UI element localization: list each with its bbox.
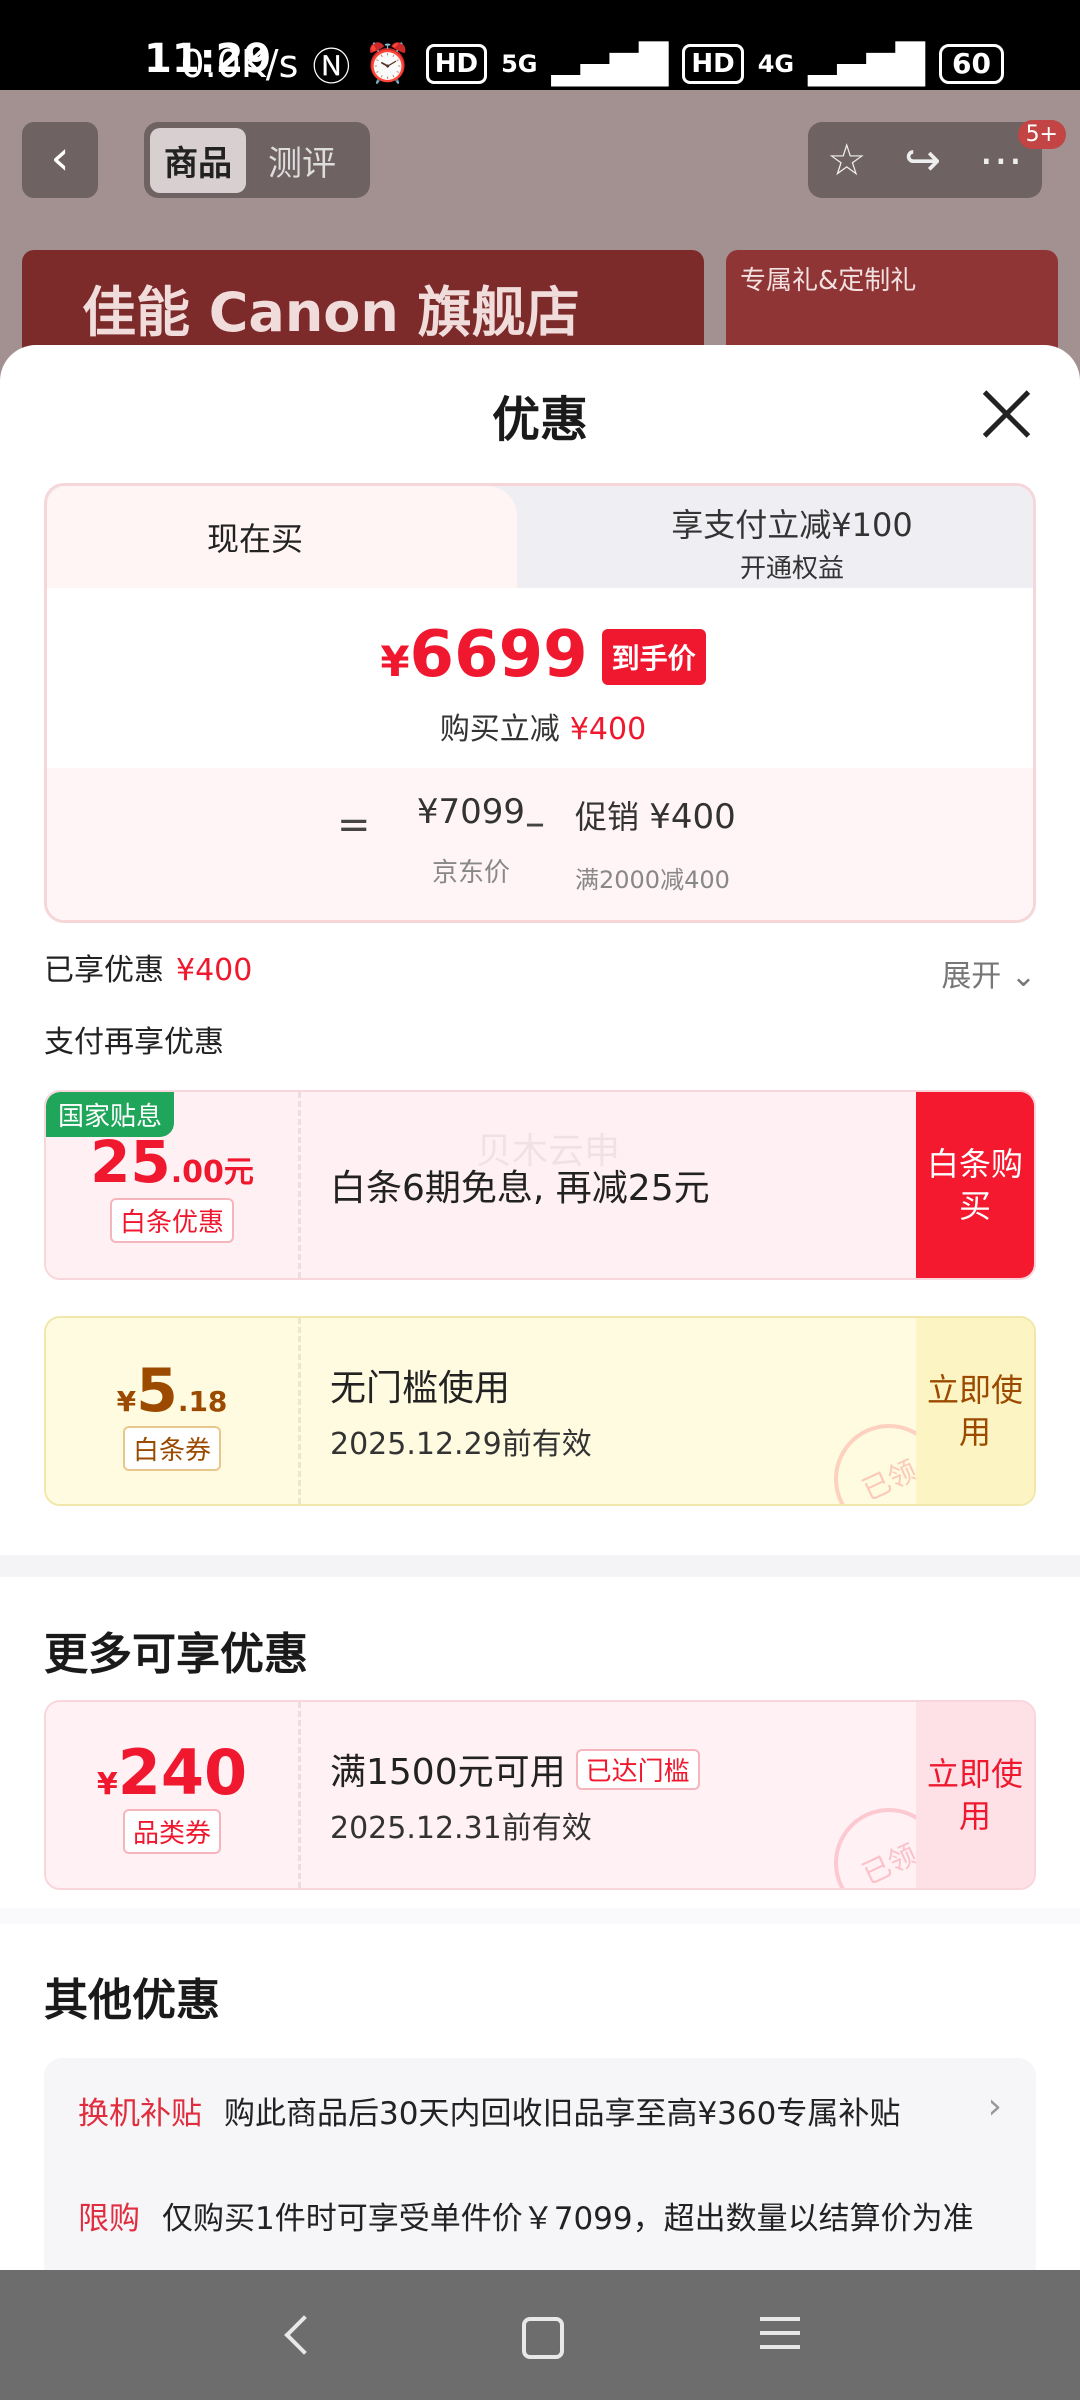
expand-label: 展开 [941, 959, 1002, 994]
section-separator [0, 1908, 1080, 1924]
status-icons: 0.0K/s Ⓝ ⏰ HD 5G ▂▄▆█ HD 4G ▂▄▆█ 60 [180, 36, 1004, 91]
nav-back-icon[interactable] [270, 2305, 330, 2365]
equals-sign: = [337, 802, 371, 848]
jd-price-label: 京东价 [431, 858, 510, 888]
expand-button[interactable]: 展开 ⌄ [941, 951, 1036, 995]
limit-text: 仅购买1件时可享受单件价￥7099，超出数量以结算价为准 [162, 2201, 974, 2237]
signal-bars-icon: ▂▄▆█ [551, 41, 669, 86]
save-row: 购买立减 ¥400 [47, 704, 1033, 748]
enjoyed-label: 已享优惠 [44, 953, 164, 988]
category-currency: ¥ [96, 1767, 118, 1802]
minus-sign: – [525, 800, 545, 846]
price-tabs: 现在买 享支付立减¥100 开通权益 [47, 486, 1033, 588]
top-actions: ☆ ↪ ⋯ [808, 122, 1042, 198]
back-icon[interactable]: ‹ [22, 122, 98, 198]
close-icon[interactable] [976, 385, 1036, 445]
category-use-button[interactable]: 立即使用 [916, 1702, 1034, 1888]
ticket-info: 无门槛使用 2025.12.29前有效 [330, 1318, 592, 1504]
tab-review[interactable]: 测评 [254, 128, 350, 193]
sheet-title: 优惠 [491, 392, 588, 448]
ticket-tag: 白条券 [122, 1426, 221, 1471]
baitiao-coupon: 国家贴息 25.00元 白条优惠 贝木云申 白条6期免息, 再减25元 白条购买 [44, 1090, 1036, 1280]
category-info: 满1500元可用 已达门槛 2025.12.31前有效 [330, 1702, 700, 1888]
category-amount: 240 [117, 1736, 248, 1809]
ticket-valid: 2025.12.29前有效 [330, 1427, 592, 1462]
final-price: ¥6699 [380, 618, 587, 692]
price-breakdown: = ¥7099 京东价 – 促销 ¥400 满2000减400 [47, 768, 1033, 920]
ticket-amount-dec: .18 [177, 1385, 228, 1418]
category-tag: 品类券 [122, 1809, 221, 1854]
baitiao-tag: 白条优惠 [109, 1198, 234, 1243]
promo-amount: ¥400 [649, 797, 736, 837]
promo-label: 促销 [575, 798, 640, 836]
product-tabs: 商品 测评 [144, 122, 370, 198]
promo-rule: 满2000减400 [575, 866, 730, 894]
more-icon[interactable]: ⋯ [979, 135, 1023, 186]
price-box: 现在买 享支付立减¥100 开通权益 ¥6699 到手价 购买立减 ¥400 = … [44, 483, 1036, 923]
trade-in-item[interactable]: 换机补贴 购此商品后30天内回收旧品享至高¥360专属补贴 [78, 2088, 976, 2133]
alarm-icon: ⏰ [364, 41, 412, 85]
chevron-down-icon: ⌄ [1010, 959, 1036, 994]
net-speed: 0.0K/s [180, 41, 299, 86]
baitiao-desc: 白条6期免息, 再减25元 [330, 1168, 710, 1209]
nfc-icon: Ⓝ [312, 45, 351, 89]
system-nav-bar [0, 2270, 1080, 2400]
share-icon[interactable]: ↪ [904, 135, 941, 186]
threshold-reached-badge: 已达门槛 [575, 1748, 700, 1790]
ticket-desc: 无门槛使用 [330, 1368, 511, 1409]
save-amount: ¥400 [569, 712, 647, 747]
promo-block: 促销 ¥400 满2000减400 [575, 792, 736, 895]
limit-label: 限购 [78, 2201, 140, 2237]
chevron-right-icon[interactable]: › [988, 2086, 1002, 2127]
baitiao-coupon-value: 国家贴息 25.00元 白条优惠 [46, 1092, 298, 1278]
trade-in-text: 购此商品后30天内回收旧品享至高¥360专属补贴 [224, 2096, 901, 2132]
coupon-divider [298, 1092, 301, 1278]
baitiao-amount-int: 25 [90, 1128, 171, 1196]
final-price-currency: ¥ [380, 637, 410, 686]
category-coupon: ¥240 品类券 满1500元可用 已达门槛 2025.12.31前有效 已领 立… [44, 1700, 1036, 1890]
baitiao-amount-dec: .00元 [170, 1155, 254, 1190]
nav-home-icon[interactable] [510, 2305, 570, 2365]
pay-more-label: 支付再享优惠 [44, 1025, 224, 1060]
category-desc: 满1500元可用 [330, 1752, 566, 1793]
save-label: 购买立减 [439, 712, 560, 747]
tab-pay-discount-title: 享支付立减¥100 [671, 506, 913, 544]
trade-in-label: 换机补贴 [78, 2096, 202, 2132]
tab-pay-discount-sub: 开通权益 [739, 554, 844, 584]
enjoyed-discount: 已享优惠 ¥400 [44, 945, 252, 989]
ticket-currency: ¥ [116, 1385, 137, 1418]
notification-badge: 5+ [1017, 120, 1066, 149]
more-discounts-title: 更多可享优惠 [44, 1629, 308, 1680]
tab-pay-discount[interactable]: 享支付立减¥100 开通权益 [547, 500, 1033, 585]
final-price-value: 6699 [409, 618, 588, 692]
signal-5g-icon: 5G [501, 49, 538, 78]
coupon-divider [298, 1702, 301, 1888]
final-price-row: ¥6699 到手价 [47, 618, 1033, 693]
baitiao-buy-button[interactable]: 白条购买 [916, 1092, 1034, 1278]
section-separator [0, 1555, 1080, 1577]
signal-4g-icon: 4G [757, 49, 795, 78]
ticket-value: ¥5.18 白条券 [46, 1318, 298, 1504]
battery-icon: 60 [939, 43, 1004, 84]
final-price-area: ¥6699 到手价 购买立减 ¥400 [47, 588, 1033, 768]
ticket-use-button[interactable]: 立即使用 [916, 1318, 1034, 1504]
ticket-amount-int: 5 [136, 1356, 178, 1426]
tab-buy-now[interactable]: 现在买 [47, 486, 517, 588]
star-icon[interactable]: ☆ [827, 135, 866, 186]
status-bar: 11:29 0.0K/s Ⓝ ⏰ HD 5G ▂▄▆█ HD 4G ▂▄▆█ 6… [0, 0, 1080, 90]
tab-product[interactable]: 商品 [150, 127, 246, 193]
baitiao-ticket-coupon: ¥5.18 白条券 无门槛使用 2025.12.29前有效 已领 立即使用 [44, 1316, 1036, 1506]
signal-bars-icon-2: ▂▄▆█ [808, 41, 926, 86]
hd-icon: HD [425, 43, 488, 84]
purchase-limit-item: 限购 仅购买1件时可享受单件价￥7099，超出数量以结算价为准 [78, 2196, 976, 2242]
category-value: ¥240 品类券 [46, 1702, 298, 1888]
national-subsidy-badge: 国家贴息 [46, 1092, 175, 1137]
coupon-divider [298, 1318, 301, 1504]
category-valid: 2025.12.31前有效 [330, 1811, 592, 1846]
hd-icon-2: HD [682, 43, 744, 84]
enjoyed-amount: ¥400 [176, 953, 253, 988]
final-price-tag: 到手价 [601, 629, 706, 685]
other-discounts-title: 其他优惠 [44, 1975, 220, 2026]
nav-recents-icon[interactable] [750, 2305, 810, 2365]
